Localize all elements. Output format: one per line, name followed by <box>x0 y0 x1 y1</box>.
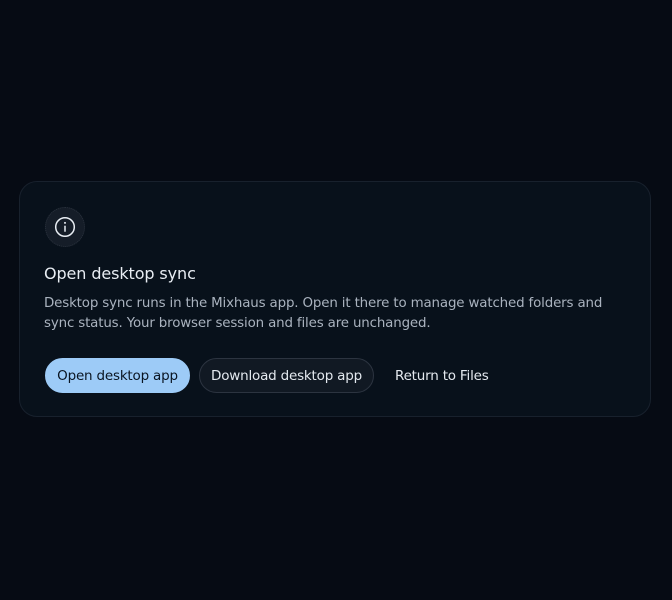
page: Open desktop sync Desktop sync runs in t… <box>0 0 672 600</box>
info-icon <box>54 216 76 238</box>
dialog-description: Desktop sync runs in the Mixhaus app. Op… <box>44 296 603 331</box>
info-icon-badge <box>45 207 85 247</box>
dialog-title: Open desktop sync <box>44 264 196 283</box>
download-desktop-app-button[interactable]: Download desktop app <box>199 358 374 393</box>
return-to-files-button[interactable]: Return to Files <box>387 358 497 393</box>
desktop-sync-card: Open desktop sync Desktop sync runs in t… <box>19 181 651 417</box>
open-desktop-app-button[interactable]: Open desktop app <box>45 358 190 393</box>
action-row: Open desktop app Download desktop app Re… <box>44 358 497 393</box>
